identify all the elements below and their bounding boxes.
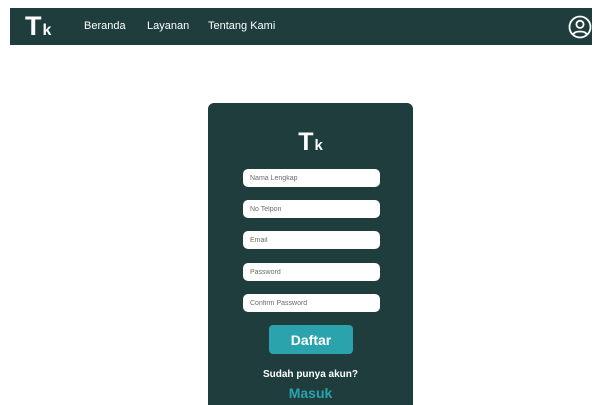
brand-logo-letter-k: k [42,22,52,39]
card-logo-letter-t: T [298,128,314,156]
page: T k Beranda Layanan Tentang Kami Tk Daft… [0,0,599,405]
user-circle-icon [568,15,592,39]
login-link[interactable]: Masuk [208,385,413,401]
email-input[interactable] [243,231,380,249]
register-button[interactable]: Daftar [269,325,353,354]
confirm-password-input[interactable] [243,294,380,312]
nav-link-layanan[interactable]: Layanan [147,8,189,45]
nav-link-tentang-kami[interactable]: Tentang Kami [208,8,275,45]
brand-logo[interactable]: T k [25,10,51,43]
profile-button[interactable] [568,15,592,39]
card-logo: Tk [208,127,413,161]
register-card: Tk Daftar Sudah punya akun? Masuk [208,103,413,405]
brand-logo-letter-t: T [25,11,42,41]
full-name-input[interactable] [243,169,380,187]
navbar: T k Beranda Layanan Tentang Kami [10,8,592,45]
phone-input[interactable] [243,200,380,218]
login-prompt-text: Sudah punya akun? [262,369,358,380]
nav-link-beranda[interactable]: Beranda [84,8,126,45]
card-logo-letter-k: k [314,137,323,154]
password-input[interactable] [243,263,380,281]
